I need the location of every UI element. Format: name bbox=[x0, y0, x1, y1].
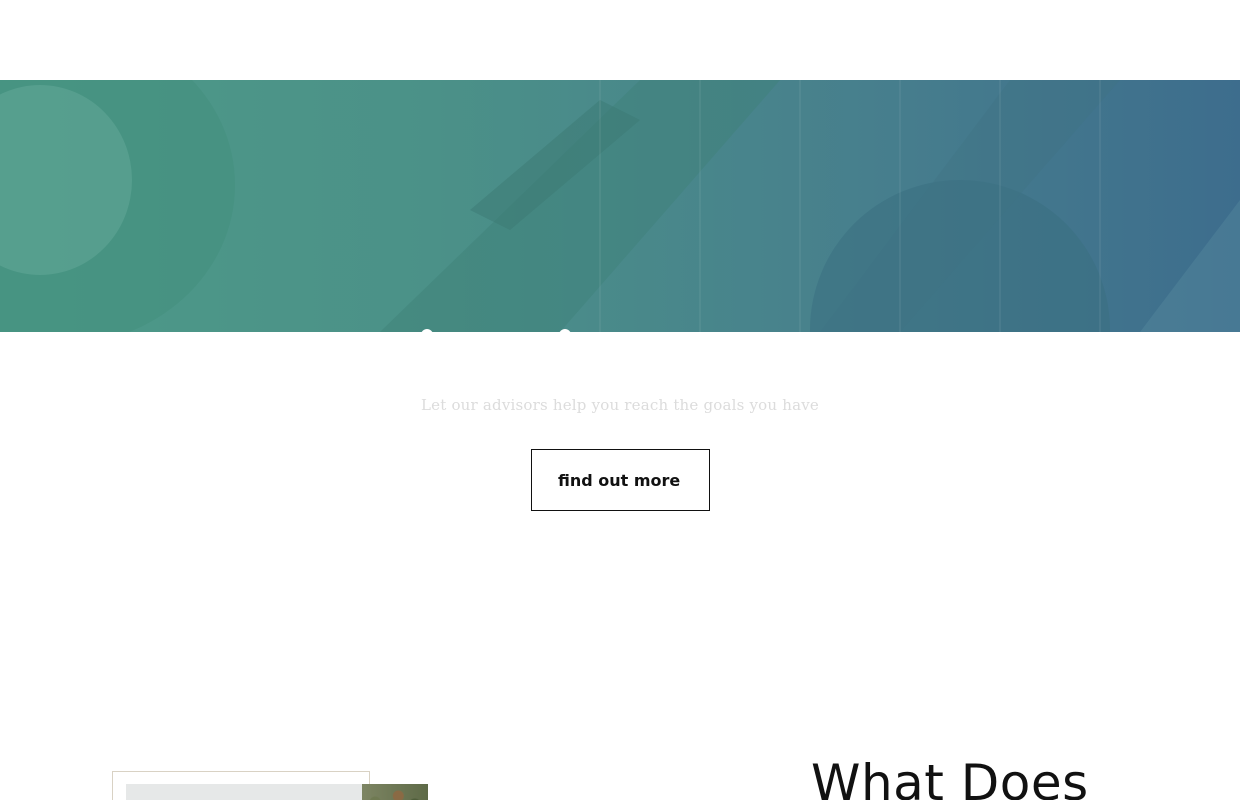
find-out-more-button[interactable]: find out more bbox=[531, 449, 710, 511]
hero-banner bbox=[0, 80, 1240, 332]
tagline: Let our advisors help you reach the goal… bbox=[421, 396, 819, 414]
currency-engraving-image bbox=[0, 80, 1240, 332]
hero-title-fragment bbox=[559, 329, 571, 337]
hero-title-fragment bbox=[421, 329, 433, 337]
feature-photo bbox=[126, 784, 428, 800]
top-header bbox=[0, 0, 1240, 80]
section-heading: What Does bbox=[811, 754, 1089, 800]
foliage-image bbox=[362, 784, 428, 800]
